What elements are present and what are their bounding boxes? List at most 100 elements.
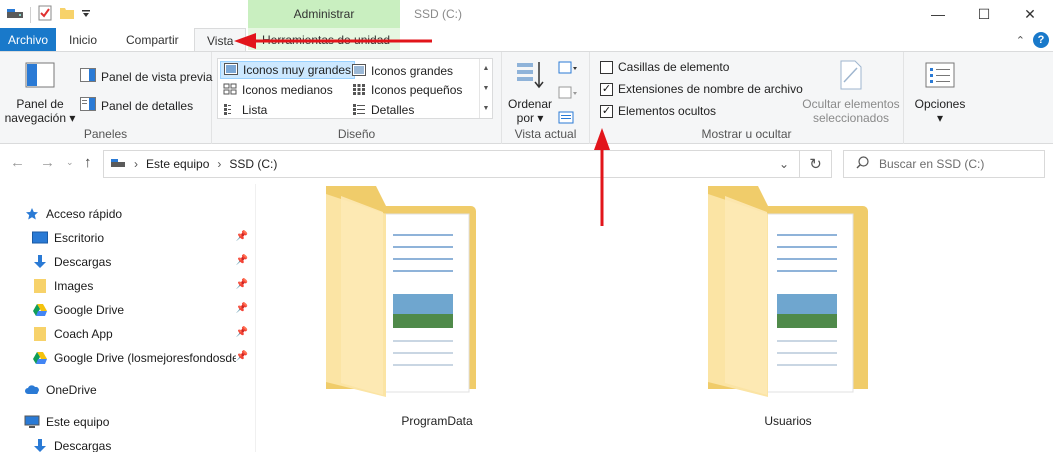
pin-icon[interactable]: 📌 (236, 279, 248, 290)
computer-icon (24, 414, 40, 430)
nav-downloads[interactable]: Descargas 📌 (0, 250, 254, 274)
group-by-icon[interactable] (558, 60, 578, 79)
close-button[interactable]: ✕ (1007, 0, 1053, 28)
up-arrow-icon[interactable]: ↑ (84, 154, 92, 171)
medium-icons-icon (223, 83, 237, 98)
layout-large-icons[interactable]: Iconos grandes (349, 62, 456, 80)
pin-icon[interactable]: 📌 (235, 351, 248, 362)
drive-icon (110, 157, 126, 172)
window-title: SSD (C:) (414, 7, 462, 21)
breadcrumb-this-pc[interactable]: Este equipo (146, 157, 209, 171)
annotation-arrow-horizontal (234, 33, 432, 49)
properties-icon[interactable] (37, 5, 53, 24)
layout-item-label: Lista (242, 103, 268, 117)
hidden-items-checkbox[interactable]: ✓ (600, 104, 613, 118)
scroll-up-icon[interactable]: ▲ (483, 65, 490, 72)
window-controls: — ☐ ✕ (915, 0, 1053, 28)
layout-details[interactable]: Detalles (349, 101, 417, 119)
details-pane-button[interactable]: Panel de detalles (80, 97, 193, 114)
group-show-hide: Casillas de elemento ✓ Extensiones de no… (590, 52, 904, 144)
sort-by-label-1: Ordenar (507, 97, 553, 111)
recent-locations-icon[interactable]: ⌄ (66, 157, 74, 168)
sort-by-label-2: por ▾ (516, 111, 544, 125)
item-checkboxes-option[interactable]: Casillas de elemento (600, 60, 729, 74)
hide-selected-button[interactable]: Ocultar elementos seleccionados (800, 60, 902, 125)
tab-share[interactable]: Compartir (114, 28, 191, 51)
sort-by-button[interactable]: Ordenar por ▾ (508, 60, 552, 125)
address-dropdown-icon[interactable]: ⌄ (779, 157, 789, 171)
expand-gallery-icon[interactable]: ▼ (483, 105, 490, 112)
file-extensions-option[interactable]: ✓ Extensiones de nombre de archivo (600, 82, 803, 96)
nav-this-pc[interactable]: Este equipo (0, 410, 254, 434)
layout-list[interactable]: Lista (220, 101, 270, 119)
cloud-icon (24, 382, 40, 398)
options-button[interactable]: Opciones ▾ (910, 62, 970, 125)
layout-small-icons[interactable]: Iconos pequeños (349, 81, 465, 99)
nav-google-drive[interactable]: Google Drive 📌 (0, 298, 254, 322)
nav-coach-app[interactable]: Coach App 📌 (0, 322, 254, 346)
chevron-up-icon[interactable]: ⌃ (1016, 34, 1025, 47)
context-tab-manage[interactable]: Administrar (248, 0, 400, 28)
tab-home[interactable]: Inicio (57, 28, 109, 51)
nav-item-label: Escritorio (54, 231, 105, 245)
navigation-pane-icon (25, 62, 55, 91)
ribbon-tabs: Archivo Inicio Compartir Vista Herramien… (0, 28, 1053, 52)
pin-icon[interactable]: 📌 (236, 303, 248, 314)
item-checkboxes-checkbox[interactable] (600, 60, 613, 74)
group-label-show-hide: Mostrar u ocultar (701, 127, 792, 141)
nav-quick-access[interactable]: Acceso rápido (0, 202, 254, 226)
nav-item-label: Google Drive (losmejoresfondosdep (54, 351, 238, 365)
navigation-pane-button[interactable]: Panel de navegación ▾ (4, 62, 76, 125)
file-extensions-checkbox[interactable]: ✓ (600, 82, 613, 96)
hide-selected-icon (839, 60, 863, 93)
forward-arrow-icon[interactable]: → (40, 154, 55, 171)
nav-item-label: Descargas (54, 439, 112, 452)
tab-file[interactable]: Archivo (0, 28, 57, 51)
options-icon (925, 62, 955, 91)
help-icon[interactable]: ? (1033, 32, 1049, 48)
pin-icon[interactable]: 📌 (236, 255, 248, 266)
maximize-button[interactable]: ☐ (961, 0, 1007, 28)
hidden-items-option[interactable]: ✓ Elementos ocultos (600, 104, 716, 118)
preview-pane-icon (80, 68, 96, 85)
layout-gallery-scroll[interactable]: ▲ ▼ ▼ (479, 59, 492, 118)
preview-pane-button[interactable]: Panel de vista previa (80, 68, 212, 85)
minimize-button[interactable]: — (915, 0, 961, 28)
drive-icon[interactable] (6, 6, 24, 23)
file-list: ProgramData Usuarios (257, 184, 1053, 452)
group-options: Opciones ▾ (904, 52, 976, 144)
folder-icon (32, 326, 48, 342)
preview-pane-label: Panel de vista previa (101, 69, 213, 84)
google-drive-icon (32, 302, 48, 318)
nav-onedrive[interactable]: OneDrive (0, 378, 254, 402)
customize-toolbar-icon[interactable] (81, 8, 91, 22)
nav-desktop[interactable]: Escritorio 📌 (0, 226, 254, 250)
refresh-button[interactable]: ↻ (800, 150, 832, 178)
layout-medium-icons[interactable]: Iconos medianos (220, 81, 336, 99)
details-pane-label: Panel de detalles (101, 98, 194, 113)
folder-name: ProgramData (401, 414, 473, 428)
layout-item-label: Detalles (371, 103, 415, 117)
nav-item-label: Google Drive (54, 303, 125, 317)
layout-extra-large-icons[interactable]: Iconos muy grandes (220, 61, 356, 79)
nav-this-pc-downloads[interactable]: Descargas (0, 434, 254, 452)
nav-google-drive-2[interactable]: Google Drive (losmejoresfondosdep 📌 (0, 346, 254, 370)
title-bar: Administrar SSD (C:) — ☐ ✕ (0, 0, 1053, 28)
search-box[interactable]: Buscar en SSD (C:) (843, 150, 1045, 178)
nav-images[interactable]: Images 📌 (0, 274, 254, 298)
new-folder-icon[interactable] (59, 5, 75, 24)
breadcrumb-drive[interactable]: SSD (C:) (229, 157, 277, 171)
address-bar[interactable]: › Este equipo › SSD (C:) ⌄ (103, 150, 800, 178)
pin-icon[interactable]: 📌 (236, 231, 248, 242)
add-columns-icon[interactable] (558, 85, 578, 104)
scroll-down-icon[interactable]: ▼ (483, 85, 490, 92)
list-icon (223, 103, 237, 118)
pin-icon[interactable]: 📌 (236, 327, 248, 338)
download-icon (32, 438, 48, 452)
breadcrumb-separator: › (134, 157, 138, 171)
folder-icon (321, 184, 481, 402)
download-icon (32, 254, 48, 270)
group-label-panes: Paneles (83, 127, 128, 141)
navigation-pane-label-2-text: navegación (4, 111, 67, 125)
back-arrow-icon[interactable]: ← (10, 154, 25, 171)
